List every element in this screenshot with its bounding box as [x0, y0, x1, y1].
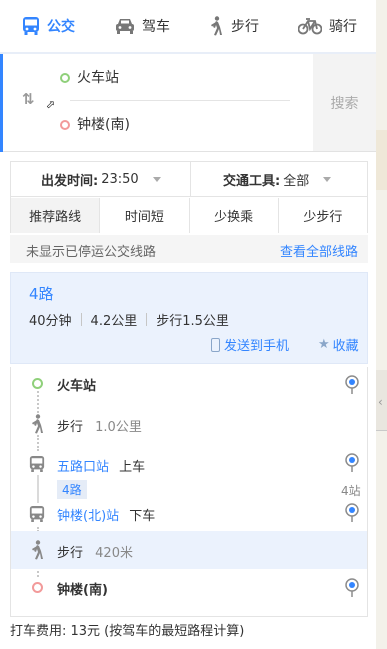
alight-text: 钟楼(北)站 下车 — [57, 505, 155, 524]
walk-label: 步行 — [57, 420, 84, 435]
preference-tabs: 推荐路线 时间短 少换乘 少步行 — [11, 198, 367, 233]
tab-bike[interactable]: 骑行 — [298, 0, 357, 52]
walk-distance: 420米 — [95, 546, 133, 561]
pref-fewer-transfers[interactable]: 少换乘 — [189, 198, 279, 233]
transport-tool-label: 交通工具: — [223, 174, 281, 189]
map-road — [376, 430, 387, 431]
walk-text: 步行 1.0公里 — [57, 416, 142, 435]
bike-icon — [298, 18, 322, 35]
tab-car[interactable]: 驾车 — [115, 0, 170, 52]
end-dot-icon — [60, 120, 70, 130]
departure-time-label: 出发时间: — [41, 174, 99, 189]
map-pin-icon[interactable] — [345, 453, 359, 473]
map-pin-icon[interactable] — [345, 578, 359, 598]
favorite-label: 收藏 — [332, 339, 359, 354]
tab-bike-label: 骑行 — [329, 19, 357, 35]
search-button[interactable]: 搜索 — [313, 54, 376, 151]
divider — [146, 313, 148, 326]
tab-car-label: 驾车 — [142, 19, 170, 35]
step-board[interactable]: 五路口站 上车 — [11, 453, 367, 477]
step-walk[interactable]: 步行 420米 — [11, 531, 367, 569]
route-distance: 4.2公里 — [90, 314, 138, 329]
step-alight[interactable]: 钟楼(北)站 下车 — [11, 503, 367, 527]
route-meta: 40分钟 4.2公里 步行1.5公里 — [29, 310, 229, 329]
chevron-down-icon — [152, 177, 161, 182]
send-to-phone-label: 发送到手机 — [224, 339, 290, 354]
departure-time-value: 23:50 — [101, 172, 139, 187]
end-name: 钟楼(南) — [57, 583, 108, 598]
options-row: 出发时间: 23:50 交通工具: 全部 — [11, 162, 367, 197]
end-dot-icon — [32, 582, 43, 593]
step-end[interactable]: 钟楼(南) — [11, 578, 367, 602]
star-icon: ★ — [318, 337, 330, 352]
tab-bus[interactable]: 公交 — [22, 0, 75, 52]
tab-bus-label: 公交 — [47, 19, 75, 35]
alight-station[interactable]: 钟楼(北)站 — [57, 509, 119, 524]
destination-input[interactable]: 钟楼(南) — [77, 113, 287, 137]
car-icon — [116, 19, 134, 34]
walk-icon — [211, 16, 222, 36]
favorite-button[interactable]: ★ 收藏 — [318, 335, 359, 354]
send-to-phone-button[interactable]: 发送到手机 — [211, 335, 289, 354]
board-text: 五路口站 上车 — [57, 456, 145, 475]
pref-recommended[interactable]: 推荐路线 — [11, 198, 101, 233]
suspended-lines-notice: 未显示已停运公交线路 查看全部线路 — [10, 235, 368, 263]
route-planner-panel: ‹ 公交 驾车 步行 骑行 ⬀ ⇅ 火车站 钟楼(南) 搜索 出发时间: 23:… — [0, 0, 387, 649]
active-indicator — [0, 54, 3, 152]
walk-label: 步行 — [57, 546, 84, 561]
map-pin-icon[interactable] — [345, 375, 359, 395]
search-panel: ⬀ ⇅ 火车站 钟楼(南) 搜索 — [0, 54, 376, 152]
input-divider — [70, 100, 290, 101]
view-all-lines-link[interactable]: 查看全部线路 — [280, 241, 358, 260]
route-duration: 40分钟 — [29, 314, 72, 329]
alight-action: 下车 — [129, 509, 156, 524]
route-name[interactable]: 4路 — [29, 283, 54, 304]
route-options: 出发时间: 23:50 交通工具: 全部 推荐路线 时间短 少换乘 少步行 — [10, 161, 368, 233]
taxi-fare-note: 打车费用: 13元 (按驾车的最短路程计算) — [10, 624, 245, 639]
map-pin-icon[interactable] — [345, 503, 359, 523]
origin-input[interactable]: 火车站 — [77, 66, 287, 90]
notice-text: 未显示已停运公交线路 — [26, 245, 157, 260]
station-count: 4站 — [341, 484, 361, 498]
divider — [80, 313, 82, 326]
route-steps: 火车站 步行 1.0公里 五路口站 上车 4路 4站 钟楼(北)站 下车 步行 … — [10, 367, 368, 617]
walk-icon — [32, 414, 43, 434]
pref-shortest-time[interactable]: 时间短 — [100, 198, 190, 233]
connector-line — [37, 435, 39, 451]
start-dot-icon — [32, 378, 43, 389]
start-dot-icon — [60, 73, 70, 83]
chevron-down-icon — [323, 177, 332, 182]
walk-icon — [32, 540, 43, 560]
cursor-icon: ⬀ — [46, 98, 56, 111]
line-tag[interactable]: 4路 — [57, 480, 87, 499]
route-walk-distance: 步行1.5公里 — [156, 314, 229, 329]
route-card[interactable]: 4路 40分钟 4.2公里 步行1.5公里 发送到手机 ★ 收藏 — [10, 272, 368, 364]
board-station[interactable]: 五路口站 — [57, 460, 109, 475]
map-edge[interactable]: ‹ — [376, 0, 387, 649]
map-area — [376, 130, 387, 190]
step-line[interactable]: 4路 4站 — [11, 480, 367, 500]
collapse-arrow-icon[interactable]: ‹ — [378, 395, 383, 409]
line-tag-wrap: 4路 — [57, 480, 87, 499]
swap-icon[interactable]: ⇅ — [22, 90, 35, 108]
board-action: 上车 — [119, 460, 146, 475]
transport-tool-select[interactable]: 交通工具: 全部 — [223, 162, 332, 197]
step-walk[interactable]: 步行 1.0公里 — [11, 413, 367, 435]
phone-icon — [211, 337, 220, 352]
bus-icon — [29, 456, 45, 472]
bus-icon — [29, 506, 45, 522]
walk-text: 步行 420米 — [57, 542, 133, 561]
pref-less-walking[interactable]: 少步行 — [278, 198, 367, 233]
start-name: 火车站 — [57, 379, 97, 394]
mode-tabs: 公交 驾车 步行 骑行 — [0, 0, 376, 53]
departure-time-select[interactable]: 出发时间: 23:50 — [41, 162, 161, 197]
tab-walk-label: 步行 — [231, 19, 259, 35]
step-start[interactable]: 火车站 — [11, 375, 367, 399]
walk-distance: 1.0公里 — [95, 420, 142, 435]
tab-walk[interactable]: 步行 — [208, 0, 259, 52]
divider — [190, 162, 191, 197]
transport-tool-value: 全部 — [283, 174, 310, 189]
bus-icon — [23, 17, 39, 35]
